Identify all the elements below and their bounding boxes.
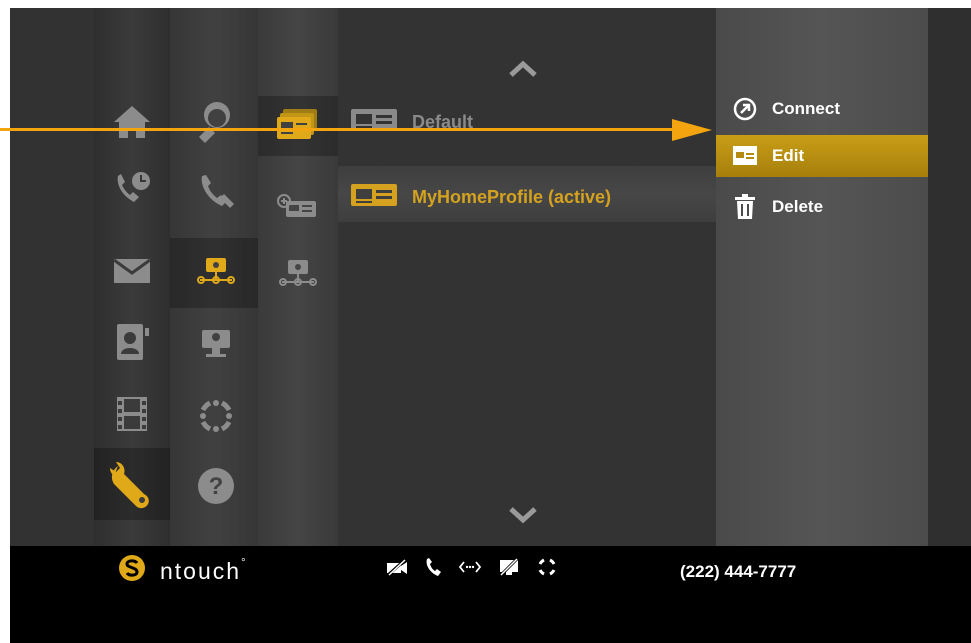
status-icons xyxy=(386,556,558,583)
connect-icon xyxy=(732,96,758,122)
delete-button[interactable]: Delete xyxy=(716,186,928,228)
profile-list-column xyxy=(338,8,716,546)
profile-item-myhomeprofile[interactable]: MyHomeProfile (active) xyxy=(350,183,611,212)
edit-label: Edit xyxy=(772,146,805,165)
network-activity-icon xyxy=(458,558,482,581)
camera-ring-icon[interactable] xyxy=(192,392,240,440)
connect-button[interactable]: Connect xyxy=(716,88,928,130)
edit-button[interactable]: Edit xyxy=(716,135,928,177)
connect-label: Connect xyxy=(772,99,840,118)
svg-text:?: ? xyxy=(209,473,224,500)
settings-icon[interactable] xyxy=(104,458,160,514)
profile-card-icon xyxy=(350,108,398,137)
home-icon[interactable] xyxy=(108,100,156,144)
video-off-icon xyxy=(386,557,408,581)
network-icon[interactable] xyxy=(192,252,240,292)
video-settings-icon[interactable] xyxy=(192,324,240,364)
scroll-up-icon[interactable] xyxy=(506,58,540,80)
help-icon[interactable]: ? xyxy=(194,464,238,508)
trash-icon xyxy=(732,194,758,220)
add-profile-icon[interactable] xyxy=(274,190,322,224)
callout-arrow-line xyxy=(0,128,684,131)
profile-card-icon xyxy=(350,183,398,212)
brand-logo: ntouch ° xyxy=(118,554,247,588)
delete-label: Delete xyxy=(772,197,824,216)
scroll-down-icon[interactable] xyxy=(506,504,540,526)
edit-profile-icon xyxy=(732,143,758,169)
network-settings-icon[interactable] xyxy=(276,256,320,292)
contacts-icon[interactable] xyxy=(108,318,156,366)
brand-name: ntouch xyxy=(160,557,242,584)
phone-number: (222) 444-7777 xyxy=(680,562,797,581)
status-bar: ntouch ° (222) 444-7777 xyxy=(10,546,971,643)
camera-off-icon xyxy=(498,556,520,582)
signal-ring-icon xyxy=(536,556,558,583)
brand-mark: ° xyxy=(241,557,248,569)
profile-name: MyHomeProfile (active) xyxy=(412,187,612,207)
profile-item-default[interactable]: Default xyxy=(350,108,473,137)
right-margin-column xyxy=(928,8,971,546)
personal-info-icon[interactable] xyxy=(192,96,240,148)
call-history-icon[interactable] xyxy=(108,166,156,210)
phone-icon xyxy=(424,557,442,582)
sorenson-logo-icon xyxy=(118,554,146,588)
mail-icon[interactable] xyxy=(108,253,156,289)
video-icon[interactable] xyxy=(108,390,156,438)
callout-arrowhead-icon xyxy=(672,118,712,142)
profiles-icon[interactable] xyxy=(272,104,324,144)
audio-settings-icon[interactable] xyxy=(192,168,240,216)
app-screen: ? Default MyHomeProfile (active) Connect xyxy=(10,8,971,546)
